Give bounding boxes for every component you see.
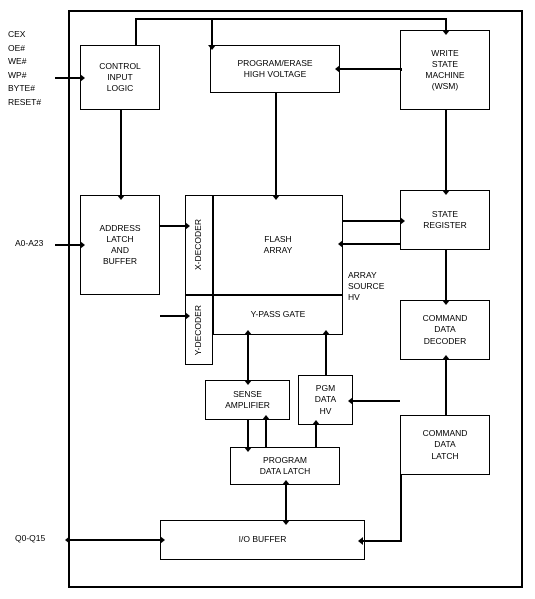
arrow-pgm-ypg (325, 335, 327, 340)
arrow-cdd-pgm (353, 400, 355, 402)
address-latch-buffer-block: ADDRESSLATCHANDBUFFER (80, 195, 160, 295)
control-input-logic-block: CONTROLINPUTLOGIC (80, 45, 160, 110)
line-cdl-io (365, 540, 402, 542)
line-sa-down (247, 420, 249, 447)
arrow-ypg-sa-up (247, 335, 249, 340)
arrow-to-addr (120, 190, 122, 195)
line-cdl-v (400, 475, 402, 540)
line-control-up (135, 18, 137, 45)
arrow-io-up (285, 485, 287, 490)
address-label: A0-A23 (15, 238, 43, 249)
x-decoder-block: X-DECODER (185, 195, 213, 295)
arrow-wsm-to-pe (340, 68, 402, 70)
arrow-cdd-to-fa (343, 243, 345, 245)
arrow-address-in (55, 244, 80, 246)
arrow-ypg-to-sa-down (247, 375, 249, 380)
input-signals-label: CEXOE#WE#WP#BYTE#RESET# (8, 28, 41, 110)
arrow-wsm-to-sr (445, 110, 447, 190)
arrow-cdl-io (363, 540, 365, 542)
io-label: Q0-Q15 (15, 533, 45, 544)
arrow-addr-to-ydec (160, 315, 185, 317)
pgm-data-hv-block: PGMDATAHV (298, 375, 353, 425)
line-control-to-addr (120, 110, 122, 195)
program-erase-hv-block: PROGRAM/ERASEHIGH VOLTAGE (210, 45, 340, 93)
arrow-top-wsm (445, 28, 447, 30)
arrow-inputs-to-control (55, 77, 80, 79)
arrow-pe-fa (275, 192, 277, 195)
command-data-decoder-block: COMMANDDATADECODER (400, 300, 490, 360)
line-right-v (445, 360, 447, 415)
line-fa-to-sr (343, 220, 400, 222)
line-cdd-pgm (355, 400, 400, 402)
y-decoder-block: Y-DECODER (185, 295, 213, 365)
arrow-pdl-up2 (315, 425, 317, 430)
arrow-addr-to-xdec (160, 225, 185, 227)
sense-amplifier-block: SENSEAMPLIFIER (205, 380, 290, 420)
arrow-sr-to-cdd (445, 250, 447, 300)
arrow-io-double (70, 539, 160, 541)
io-buffer-block: I/O BUFFER (160, 520, 365, 560)
line-pe-down (275, 93, 277, 195)
arrow-fa-sr (398, 220, 400, 222)
arrow-pdl-up1 (265, 420, 267, 425)
block-diagram: CEXOE#WE#WP#BYTE#RESET# CONTROLINPUTLOGI… (0, 0, 535, 599)
line-cdd-to-fa-h (345, 243, 400, 245)
arrow-sa-down (247, 445, 249, 447)
line-top-long (135, 18, 445, 20)
line-ypg-to-sa (247, 335, 249, 380)
write-state-machine-block: WRITESTATEMACHINE(WSM) (400, 30, 490, 110)
flash-array-block: FLASHARRAY (213, 195, 343, 295)
line-pgm-to-ypg (325, 335, 327, 375)
y-pass-gate-block: Y-PASS GATE (213, 295, 343, 335)
arrow-pdl-to-io (285, 515, 287, 520)
state-register-block: STATEREGISTER (400, 190, 490, 250)
array-source-hv-label: ARRAYSOURCEHV (348, 270, 403, 303)
arrow-to-pe (211, 18, 213, 45)
dot1 (400, 69, 402, 71)
command-data-latch-block: COMMANDDATALATCH (400, 415, 490, 475)
